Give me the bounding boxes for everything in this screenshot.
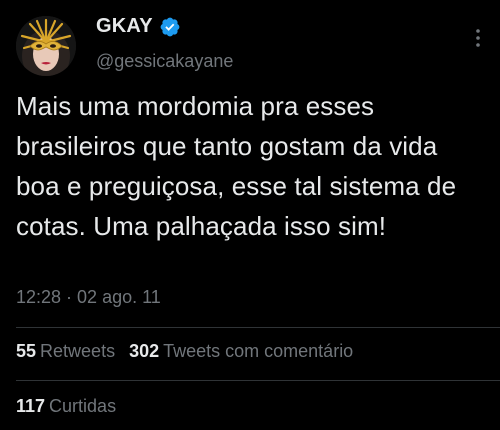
tweet-text: Mais uma mordomia pra esses brasileiros … <box>16 91 457 241</box>
quote-tweets-stat[interactable]: 302 Tweets com comentário <box>129 341 353 362</box>
divider <box>16 380 500 381</box>
display-name[interactable]: GKAY <box>96 15 153 38</box>
avatar[interactable] <box>16 16 76 76</box>
retweets-label: Retweets <box>40 341 116 361</box>
author-row: GKAY <box>96 15 181 38</box>
engagement-stats: 55 Retweets 302 Tweets com comentário <box>16 341 353 362</box>
retweets-count: 55 <box>16 341 37 361</box>
likes-count: 117 <box>16 396 46 416</box>
tweet-card: GKAY @gessicakayane Mais uma mordomia pr… <box>0 0 500 430</box>
likes-stats: 117 Curtidas <box>16 396 116 417</box>
user-handle[interactable]: @gessicakayane <box>96 51 233 72</box>
retweets-stat[interactable]: 55 Retweets <box>16 341 115 362</box>
tweet-timestamp[interactable]: 12:28 · 02 ago. 11 <box>16 287 161 308</box>
more-options-icon[interactable] <box>468 24 488 52</box>
verified-badge-icon <box>159 16 181 38</box>
avatar-gold-mask-icon <box>16 16 76 76</box>
likes-label: Curtidas <box>49 396 117 416</box>
divider <box>16 327 500 328</box>
likes-stat[interactable]: 117 Curtidas <box>16 396 116 416</box>
quotes-count: 302 <box>129 341 160 361</box>
quotes-label: Tweets com comentário <box>163 341 354 361</box>
